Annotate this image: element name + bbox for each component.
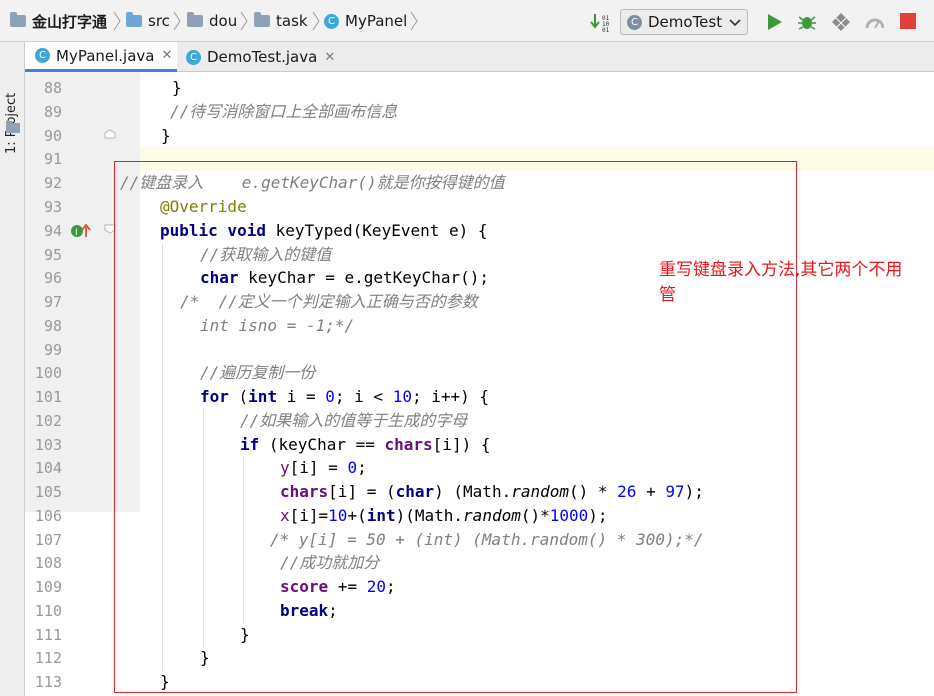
- line-number: 100: [34, 364, 62, 382]
- line-number: 108: [34, 554, 62, 572]
- line-number: 99: [43, 341, 62, 359]
- line-number: 96: [43, 269, 62, 287]
- breadcrumb-item-task[interactable]: task: [254, 9, 308, 33]
- line-number: 95: [43, 246, 62, 264]
- tab-label: MyPanel.java: [56, 46, 155, 65]
- navigation-bar: 金山打字通 src dou task C MyPanel 01 10 01 C …: [0, 0, 934, 42]
- breadcrumb-item-src[interactable]: src: [126, 9, 170, 33]
- close-icon[interactable]: ✕: [161, 48, 172, 63]
- line-number: 105: [34, 483, 62, 501]
- line-number: 98: [43, 317, 62, 335]
- project-folder-icon: [10, 12, 26, 27]
- highlight-box: [114, 161, 797, 693]
- breadcrumb-item-project[interactable]: 金山打字通: [10, 9, 107, 33]
- svg-text:01: 01: [602, 27, 610, 32]
- editor-tab-bar: C MyPanel.java ✕ C DemoTest.java ✕: [25, 42, 934, 72]
- build-icon[interactable]: 01 10 01: [590, 12, 610, 32]
- chevron-down-icon: [729, 19, 741, 27]
- line-number: 107: [34, 531, 62, 549]
- chevron-right-icon: [312, 11, 320, 31]
- tab-label: DemoTest.java: [207, 48, 318, 66]
- project-folder-icon: [6, 121, 20, 133]
- coverage-icon[interactable]: [830, 12, 850, 32]
- breadcrumb-label: MyPanel: [345, 12, 408, 30]
- line-number: 112: [34, 649, 62, 667]
- tab-mypanel[interactable]: C MyPanel.java ✕: [25, 42, 177, 72]
- stop-icon[interactable]: [899, 12, 919, 32]
- class-icon: C: [324, 13, 339, 29]
- breadcrumb-label: task: [276, 12, 308, 30]
- breadcrumb-label: src: [148, 12, 170, 30]
- class-icon: C: [35, 48, 50, 63]
- line-number: 91: [43, 150, 62, 168]
- run-icon[interactable]: [764, 12, 784, 32]
- line-number: 92: [43, 174, 62, 192]
- fold-marker-icon[interactable]: [104, 129, 116, 139]
- chevron-right-icon: [240, 11, 248, 31]
- class-icon: C: [186, 49, 201, 65]
- line-number: 111: [34, 626, 62, 644]
- line-number: 103: [34, 436, 62, 454]
- svg-text:I: I: [75, 228, 78, 238]
- tab-demotest[interactable]: C DemoTest.java ✕: [177, 42, 343, 72]
- chevron-right-icon: [173, 11, 181, 31]
- annotation-note: 重写键盘录入方法,其它两个不用管: [659, 260, 903, 305]
- breadcrumb-label: dou: [209, 12, 238, 30]
- code-line: }: [172, 78, 182, 97]
- class-icon: C: [627, 14, 642, 30]
- line-number: 104: [34, 459, 62, 477]
- code-line: //待写消除窗口上全部画布信息: [170, 102, 398, 121]
- chevron-right-icon: [113, 11, 121, 31]
- line-number: 93: [43, 198, 62, 216]
- close-icon[interactable]: ✕: [324, 50, 335, 65]
- line-number: 106: [34, 507, 62, 525]
- line-number: 89: [43, 103, 62, 121]
- line-number: 97: [43, 293, 62, 311]
- line-number: 88: [43, 79, 62, 97]
- line-number: 102: [34, 412, 62, 430]
- package-folder-icon: [254, 12, 270, 27]
- profile-icon[interactable]: [864, 12, 884, 32]
- debug-icon[interactable]: [796, 12, 816, 32]
- chevron-right-icon: [410, 11, 418, 31]
- line-number: 94: [43, 222, 62, 240]
- line-number: 90: [43, 127, 62, 145]
- breadcrumb-item-dou[interactable]: dou: [187, 9, 237, 33]
- code-line: }: [161, 126, 171, 145]
- line-number: 101: [34, 388, 62, 406]
- tool-window-stripe: 1: Project: [0, 42, 25, 696]
- breadcrumb-label: 金山打字通: [32, 12, 108, 31]
- line-number: 110: [34, 602, 62, 620]
- line-number: 109: [34, 578, 62, 596]
- source-folder-icon: [126, 12, 142, 27]
- override-marker-icon[interactable]: I: [70, 223, 94, 239]
- package-folder-icon: [187, 12, 203, 27]
- run-config-select[interactable]: C DemoTest: [620, 9, 748, 35]
- run-config-label: DemoTest: [648, 13, 723, 31]
- breadcrumb-item-mypanel[interactable]: C MyPanel: [324, 9, 407, 33]
- line-number: 113: [34, 673, 62, 691]
